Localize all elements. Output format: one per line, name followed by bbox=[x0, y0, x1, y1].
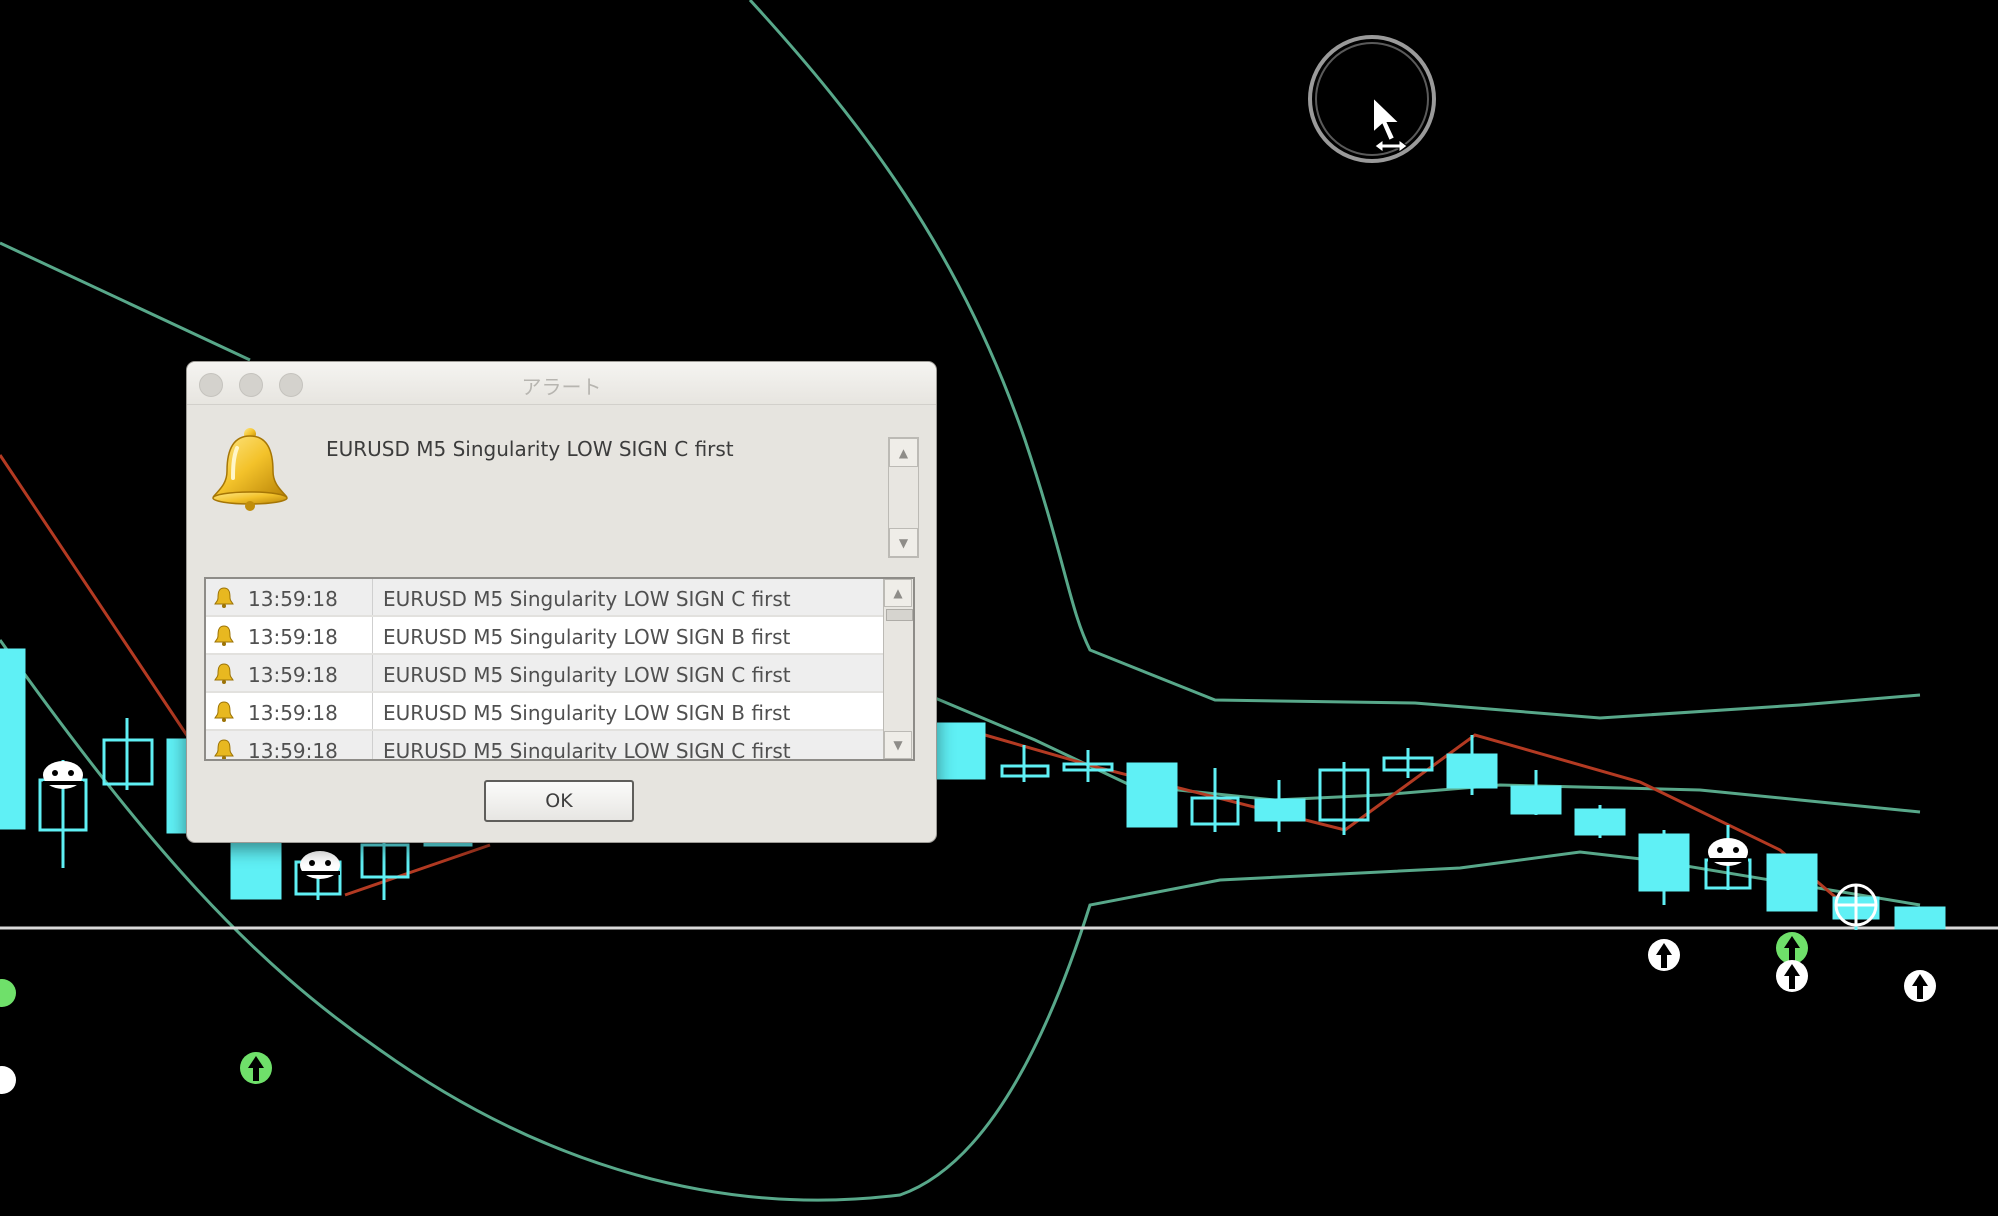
alert-time: 13:59:18 bbox=[248, 739, 338, 761]
up-arrow-signal-icon bbox=[0, 1066, 16, 1094]
dialog-title: アラート bbox=[521, 375, 602, 399]
up-arrow-signal-icon bbox=[1648, 939, 1680, 971]
up-arrow-signal-icon bbox=[240, 1052, 272, 1084]
up-arrow-signal-icon bbox=[1776, 960, 1808, 992]
alert-time: 13:59:18 bbox=[248, 663, 338, 687]
alert-text: EURUSD M5 Singularity LOW SIGN C first bbox=[383, 739, 791, 761]
alert-text: EURUSD M5 Singularity LOW SIGN C first bbox=[383, 587, 791, 611]
candle bbox=[1894, 906, 1946, 930]
middle-band-line bbox=[934, 696, 1921, 814]
list-item[interactable]: 13:59:18 EURUSD M5 Singularity LOW SIGN … bbox=[206, 617, 886, 655]
bell-icon bbox=[214, 625, 234, 646]
scroll-thumb[interactable] bbox=[886, 609, 913, 621]
bell-icon bbox=[212, 428, 288, 511]
alert-text: EURUSD M5 Singularity LOW SIGN B first bbox=[383, 625, 791, 649]
list-item[interactable]: 13:59:18 EURUSD M5 Singularity LOW SIGN … bbox=[206, 579, 886, 617]
robot-signal-icon bbox=[1708, 838, 1748, 866]
candle bbox=[1254, 798, 1306, 822]
alert-text: EURUSD M5 Singularity LOW SIGN C first bbox=[383, 663, 791, 687]
list-item[interactable]: 13:59:18 EURUSD M5 Singularity LOW SIGN … bbox=[206, 655, 886, 693]
candle bbox=[1510, 785, 1562, 815]
list-item[interactable]: 13:59:18 EURUSD M5 Singularity LOW SIGN … bbox=[206, 731, 886, 761]
alert-dialog[interactable]: アラート EURUSD M5 Singularity LOW SIGN C fi… bbox=[186, 361, 937, 843]
candle bbox=[0, 648, 26, 830]
bell-icon bbox=[214, 701, 234, 722]
bell-icon bbox=[214, 587, 234, 608]
candle bbox=[1446, 753, 1498, 789]
scroll-down-icon[interactable]: ▼ bbox=[889, 528, 918, 557]
scroll-up-icon[interactable]: ▲ bbox=[884, 579, 912, 607]
candle bbox=[230, 838, 282, 900]
list-item[interactable]: 13:59:18 EURUSD M5 Singularity LOW SIGN … bbox=[206, 693, 886, 731]
robot-signal-icon bbox=[300, 851, 340, 879]
candle bbox=[1574, 808, 1626, 836]
candle bbox=[1126, 762, 1178, 828]
candle bbox=[936, 722, 986, 780]
alert-time: 13:59:18 bbox=[248, 625, 338, 649]
up-arrow-signal-icon bbox=[0, 979, 16, 1007]
message-scrollbar[interactable]: ▲ ▼ bbox=[888, 437, 919, 558]
dialog-titlebar[interactable]: アラート bbox=[187, 362, 936, 405]
up-arrow-signal-icon bbox=[1776, 932, 1808, 964]
list-scrollbar[interactable]: ▲ ▼ bbox=[883, 579, 913, 759]
up-arrow-signal-icon bbox=[1904, 970, 1936, 1002]
upper-band-left-line bbox=[0, 241, 251, 362]
candle bbox=[1638, 833, 1690, 892]
ok-button[interactable]: OK bbox=[484, 780, 634, 822]
alert-time: 13:59:18 bbox=[248, 587, 338, 611]
scroll-down-icon[interactable]: ▼ bbox=[884, 731, 912, 759]
scroll-up-icon[interactable]: ▲ bbox=[889, 438, 918, 467]
robot-signal-icon bbox=[1834, 883, 1878, 927]
bell-icon bbox=[214, 739, 234, 759]
bell-icon bbox=[214, 663, 234, 684]
alert-time: 13:59:18 bbox=[248, 701, 338, 725]
candle bbox=[1766, 853, 1818, 912]
mouse-cursor-icon bbox=[1308, 35, 1436, 163]
alert-message: EURUSD M5 Singularity LOW SIGN C first bbox=[326, 437, 734, 461]
robot-signal-icon bbox=[43, 761, 83, 789]
alert-history-list[interactable]: 13:59:18 EURUSD M5 Singularity LOW SIGN … bbox=[204, 577, 915, 761]
alert-text: EURUSD M5 Singularity LOW SIGN B first bbox=[383, 701, 791, 725]
